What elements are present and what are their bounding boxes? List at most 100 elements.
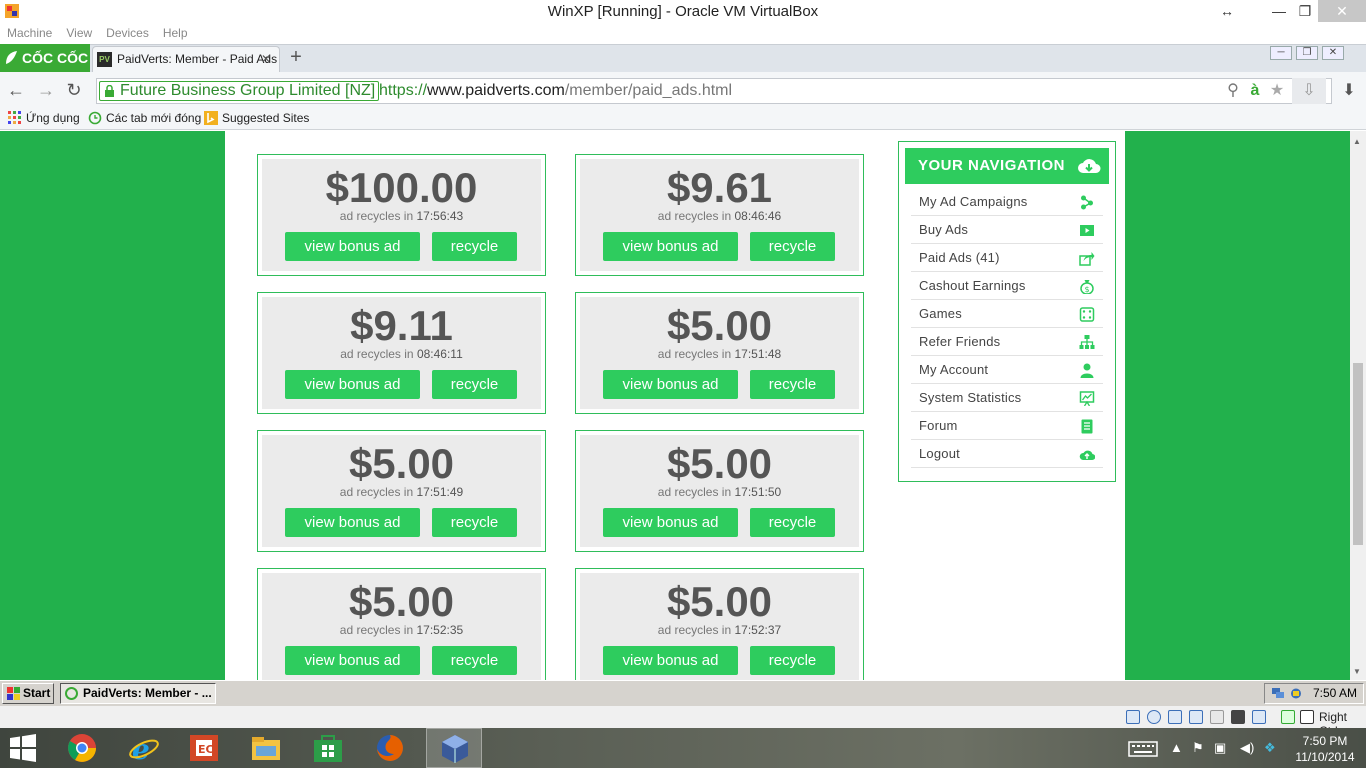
network-icon[interactable] [1271,687,1285,700]
tab-paidverts[interactable]: PV PaidVerts: Member - Paid Ads ✕ [92,46,280,72]
forward-button[interactable]: → [36,80,56,100]
scroll-up-icon[interactable]: ▲ [1353,137,1361,146]
nav-item-forum[interactable]: Forum [911,412,1103,440]
reload-button[interactable]: ↻ [64,80,84,100]
network-adapter-icon[interactable] [1189,710,1203,724]
xp-start-button[interactable]: Start [2,683,54,704]
share-icon [1081,195,1093,210]
dropbox-icon[interactable]: ❖ [1264,740,1276,756]
video-capture-icon[interactable] [1252,710,1266,724]
view-bonus-ad-button[interactable]: view bonus ad [285,508,420,537]
office-app-icon[interactable]: EC [188,732,220,764]
nav-item-refer-friends[interactable]: Refer Friends [911,328,1103,356]
presentation-icon [1079,391,1095,406]
downloads-icon[interactable]: ⬇ [1340,82,1358,100]
browser-restore-button[interactable]: ❐ [1296,46,1318,60]
chrome-icon[interactable] [66,732,98,764]
bookmark-suggested-sites[interactable]: Suggested Sites [204,111,309,125]
ad-card-body: $100.00 ad recycles in 17:56:43 view bonus… [262,159,541,271]
shared-folders-icon[interactable] [1210,710,1224,724]
back-button[interactable]: ← [6,80,26,100]
menu-view[interactable]: View [59,24,99,42]
nav-item-logout[interactable]: Logout [911,440,1103,468]
file-explorer-icon[interactable] [250,732,282,764]
nav-item-games[interactable]: Games [911,300,1103,328]
xp-task-button-paidverts[interactable]: PaidVerts: Member - ... [60,683,216,704]
mouse-integration-icon[interactable] [1281,710,1295,724]
view-bonus-ad-button[interactable]: view bonus ad [603,370,738,399]
money-bag-icon: $ [1080,280,1094,294]
display-icon[interactable] [1231,710,1245,724]
nav-item-label: Logout [919,446,960,461]
ad-card: $9.11 ad recycles in 08:46:11 view bonus a… [257,292,546,414]
keyboard-capture-icon[interactable] [1300,710,1314,724]
menu-devices[interactable]: Devices [99,24,156,42]
ev-certificate-badge[interactable]: Future Business Group Limited [NZ] [99,81,380,101]
recycle-button[interactable]: recycle [750,232,835,261]
url-scheme: https:// [379,82,428,99]
windows-clock[interactable]: 7:50 PM 11/10/2014 [1290,733,1360,765]
windows-store-icon[interactable] [312,732,344,764]
windows-start-icon[interactable] [8,734,38,762]
browser-minimize-button[interactable]: ─ [1270,46,1292,60]
recycle-button[interactable]: recycle [432,508,517,537]
new-tab-button[interactable]: + [286,47,306,68]
nav-item-my-ad-campaigns[interactable]: My Ad Campaigns [911,188,1103,216]
search-icon[interactable]: ⚲ [1224,82,1242,100]
address-bar[interactable]: Future Business Group Limited [NZ] https… [96,78,1332,104]
internet-explorer-icon[interactable]: e [128,732,160,764]
nav-item-my-account[interactable]: My Account [911,356,1103,384]
recycle-button[interactable]: recycle [432,232,517,261]
url-text[interactable]: https://www.paidverts.com/member/paid_ad… [379,81,732,101]
minimize-button[interactable]: — [1266,0,1292,22]
nav-item-buy-ads[interactable]: Buy Ads [911,216,1103,244]
network-tray-icon[interactable]: ▣ [1214,740,1226,756]
view-bonus-ad-button[interactable]: view bonus ad [603,508,738,537]
close-button[interactable]: ✕ [1318,0,1366,22]
expand-icon[interactable]: ↔ [1214,0,1240,22]
recycle-button[interactable]: recycle [750,646,835,675]
dictionary-icon[interactable]: à [1246,82,1264,100]
optical-drive-icon[interactable] [1147,710,1161,724]
recycle-button[interactable]: recycle [750,508,835,537]
ad-amount: $5.00 [666,578,773,625]
bookmark-recent-tabs[interactable]: Các tab mới đóng [88,111,201,125]
coccoc-logo[interactable]: CỐC CỐC [0,44,90,72]
view-bonus-ad-button[interactable]: view bonus ad [285,646,420,675]
show-hidden-icons-icon[interactable]: ▲ [1170,740,1183,755]
bookmark-apps-label: Ứng dụng [26,111,80,125]
page-scrollbar[interactable]: ▲ ▼ [1350,131,1366,680]
security-icon[interactable] [1289,687,1303,700]
cloud-download-icon [1078,159,1101,173]
menu-help[interactable]: Help [156,24,195,42]
volume-icon[interactable]: ◀) [1240,740,1254,756]
tab-close-icon[interactable]: ✕ [261,47,271,71]
recycle-button[interactable]: recycle [432,646,517,675]
nav-item-system-statistics[interactable]: System Statistics [911,384,1103,412]
recycle-button[interactable]: recycle [432,370,517,399]
nav-item-paid-ads[interactable]: Paid Ads (41) [911,244,1103,272]
view-bonus-ad-button[interactable]: view bonus ad [603,232,738,261]
browser-close-button[interactable]: ✕ [1322,46,1344,60]
scrollbar-thumb[interactable] [1353,363,1363,545]
ev-organization: Future Business Group Limited [NZ] [120,82,376,99]
view-bonus-ad-button[interactable]: view bonus ad [285,370,420,399]
hard-disk-icon[interactable] [1126,710,1140,724]
restore-button[interactable]: ❐ [1292,0,1318,22]
download-page-icon[interactable]: ⇩ [1292,78,1326,104]
sitemap-icon [1079,335,1095,349]
bookmark-apps[interactable]: Ứng dụng [8,111,80,125]
view-bonus-ad-button[interactable]: view bonus ad [285,232,420,261]
usb-icon[interactable] [1168,710,1182,724]
keyboard-icon[interactable] [1128,741,1158,757]
ad-recycle-label: ad recycles in [339,209,414,223]
firefox-icon[interactable] [374,732,406,764]
star-icon[interactable]: ★ [1268,82,1286,100]
nav-item-cashout-earnings[interactable]: Cashout Earnings $ [911,272,1103,300]
action-center-flag-icon[interactable]: ⚑ [1192,740,1204,756]
virtualbox-taskbar-button[interactable] [426,728,482,768]
scroll-down-icon[interactable]: ▼ [1353,667,1361,676]
menu-machine[interactable]: Machine [0,24,59,42]
view-bonus-ad-button[interactable]: view bonus ad [603,646,738,675]
recycle-button[interactable]: recycle [750,370,835,399]
